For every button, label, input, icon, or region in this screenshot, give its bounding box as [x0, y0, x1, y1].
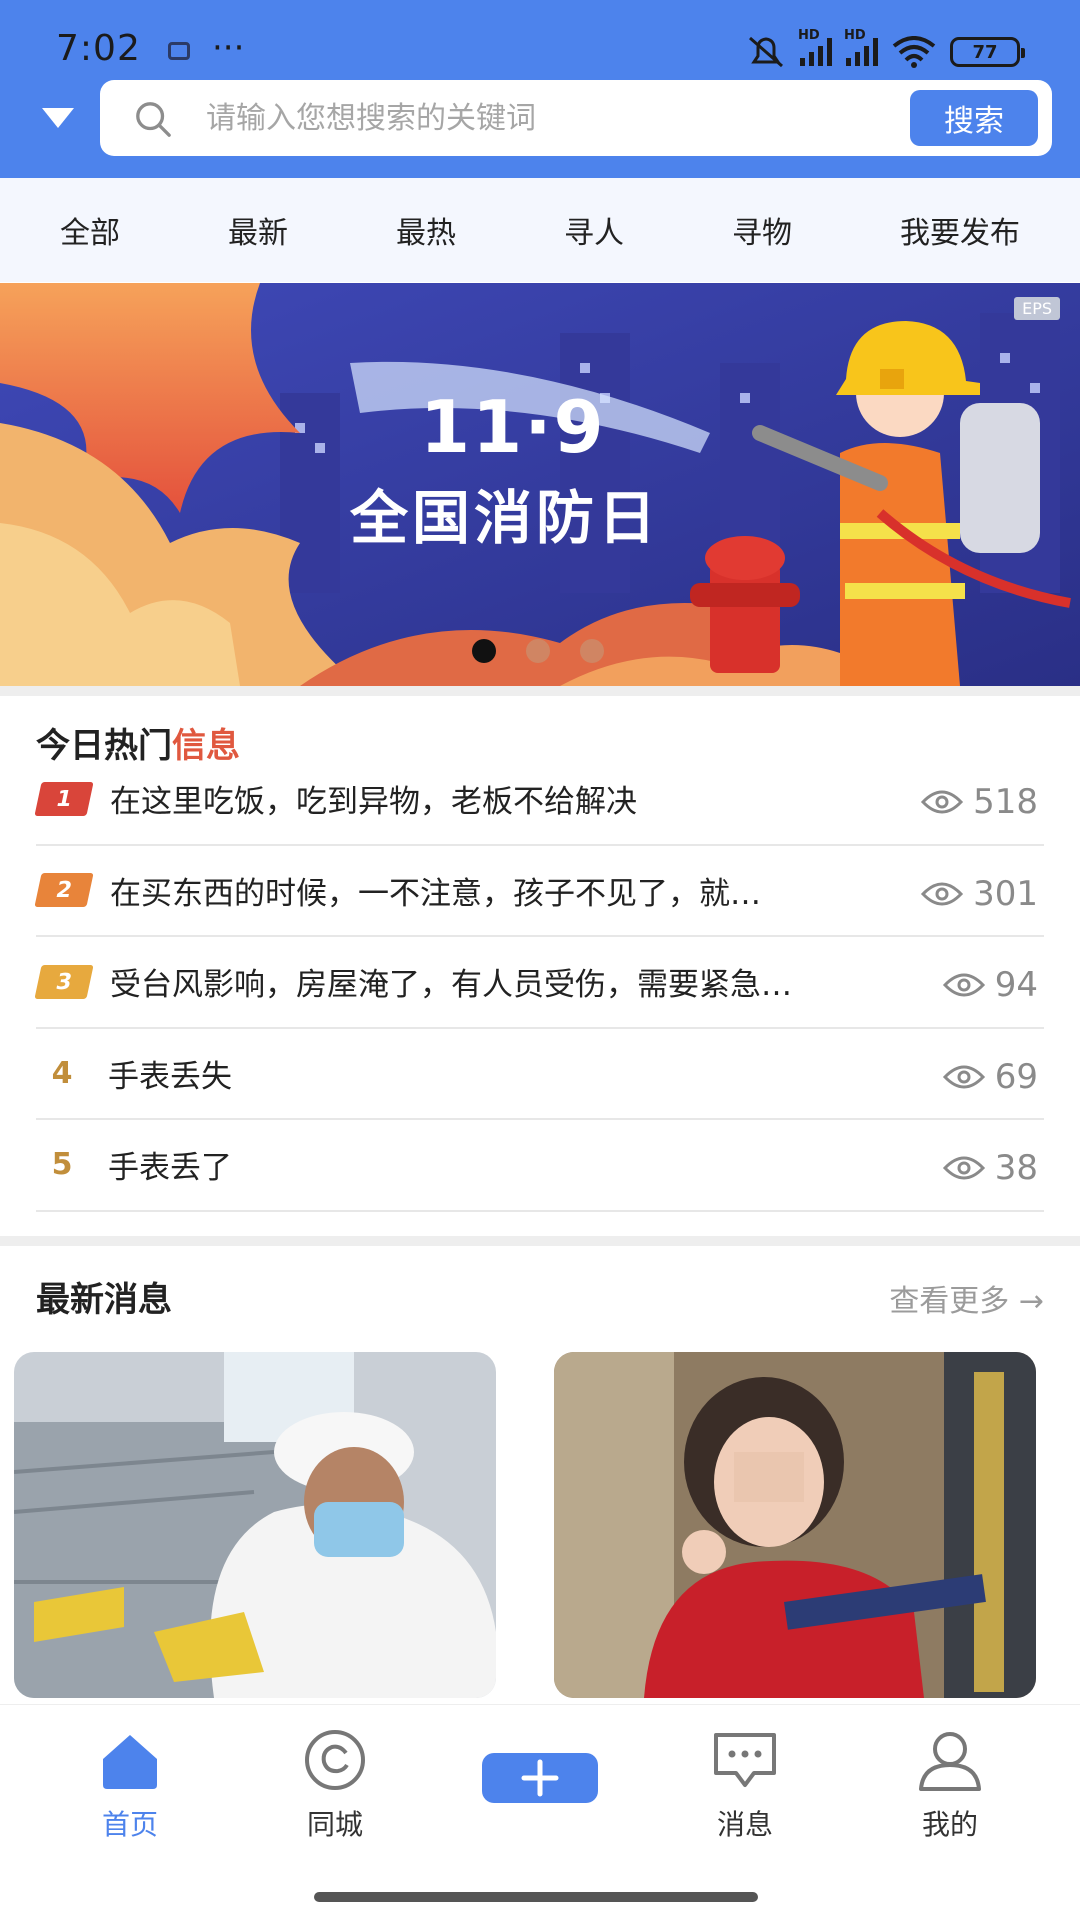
eye-icon	[942, 973, 985, 997]
search-button[interactable]: 搜索	[910, 90, 1038, 146]
view-count: 69	[936, 1056, 1038, 1097]
signal-icon: HD	[798, 28, 832, 66]
hot-item-title: 手表丢失	[108, 1058, 232, 1095]
list-item[interactable]: 5 手表丢了 38	[36, 1120, 1044, 1212]
list-item[interactable]: 2 在买东西的时候，一不注意，孩子不见了，就… 301	[34, 846, 1044, 937]
view-count: 38	[936, 1148, 1038, 1188]
notification-icon	[168, 42, 190, 60]
plus-icon	[521, 1759, 559, 1797]
tab-all[interactable]: 全部	[60, 208, 120, 252]
search-bar[interactable]: 搜索	[100, 80, 1052, 156]
nav-messages[interactable]: 消息	[685, 1729, 805, 1843]
eye-icon	[942, 1065, 985, 1088]
tab-hottest[interactable]: 最热	[396, 208, 456, 252]
hot-item-title: 手表丢了	[108, 1150, 232, 1187]
view-count: 518	[915, 782, 1038, 822]
status-bar: 7:02 ··· HD HD 77	[0, 0, 1080, 70]
news-image	[14, 1352, 496, 1698]
banner-subtitle: 全国消防日	[350, 484, 661, 552]
rank-badge: 2	[34, 873, 94, 908]
nav-home[interactable]: 首页	[70, 1729, 190, 1843]
rank-badge: 1	[34, 781, 94, 816]
eye-icon	[921, 882, 964, 905]
list-item[interactable]: 3 受台风影响，房屋淹了，有人员受伤，需要紧急… 94	[34, 937, 1044, 1029]
nav-label: 同城	[306, 1808, 363, 1841]
tab-publish[interactable]: 我要发布	[900, 208, 1020, 252]
hot-item-title: 受台风影响，房屋淹了，有人员受伤，需要紧急…	[110, 967, 792, 1004]
status-icons: HD HD 77	[746, 28, 1025, 72]
view-more-link[interactable]: 查看更多 →	[889, 1276, 1044, 1320]
location-dropdown-icon[interactable]	[42, 108, 74, 128]
carousel-dot[interactable]	[580, 639, 604, 663]
nav-label: 消息	[716, 1808, 773, 1841]
carousel-dot[interactable]	[472, 639, 496, 663]
rank-badge: 3	[34, 964, 94, 999]
section-divider	[0, 1236, 1080, 1246]
city-icon	[305, 1730, 365, 1790]
nav-city[interactable]: 同城	[275, 1729, 395, 1843]
mute-bell-icon	[749, 36, 783, 68]
section-divider	[0, 686, 1080, 696]
status-time: 7:02	[56, 28, 141, 69]
tab-find-person[interactable]: 寻人	[564, 208, 624, 252]
rank-number: 5	[51, 1147, 73, 1183]
add-post-button[interactable]	[482, 1753, 598, 1803]
hot-item-title: 在买东西的时候，一不注意，孩子不见了，就…	[110, 875, 761, 912]
eye-icon	[942, 1156, 985, 1180]
tab-latest[interactable]: 最新	[228, 208, 288, 252]
category-tabs: 全部 最新 最热 寻人 寻物 我要发布	[0, 178, 1080, 282]
wifi-icon	[892, 36, 936, 68]
view-count: 94	[936, 965, 1038, 1005]
battery-icon: 77	[950, 37, 1025, 67]
hot-list: 1 在这里吃饭，吃到异物，老板不给解决 518 2 在买东西的时候，一不注意，孩…	[34, 754, 1044, 1212]
signal-icon-2: HD	[844, 28, 878, 66]
latest-section-title: 最新消息	[36, 1280, 172, 1320]
message-icon	[714, 1733, 776, 1787]
list-item[interactable]: 1 在这里吃饭，吃到异物，老板不给解决 518	[34, 754, 1044, 846]
list-item[interactable]: 4 手表丢失 69	[36, 1029, 1044, 1120]
nav-profile[interactable]: 我的	[890, 1729, 1010, 1843]
news-image	[554, 1352, 1036, 1698]
tab-find-item[interactable]: 寻物	[732, 208, 792, 252]
bottom-navigation: 首页 同城 消息 我的	[0, 1704, 1080, 1920]
home-indicator[interactable]	[314, 1892, 758, 1902]
search-input[interactable]	[206, 94, 766, 142]
header: 7:02 ··· HD HD 77 请输入您想搜索的关键词 搜索	[0, 0, 1080, 178]
nav-label: 首页	[101, 1808, 158, 1841]
search-icon	[136, 102, 171, 137]
more-notifications-icon: ···	[212, 28, 245, 68]
rank-number: 4	[51, 1055, 73, 1091]
hot-item-title: 在这里吃饭，吃到异物，老板不给解决	[110, 784, 637, 821]
carousel-indicator	[472, 639, 604, 663]
view-count: 301	[915, 873, 1038, 914]
banner-carousel[interactable]: 11·9 全国消防日 EPS	[0, 283, 1080, 686]
eye-icon	[921, 790, 964, 814]
news-card[interactable]	[14, 1352, 496, 1698]
user-icon	[919, 1732, 981, 1791]
carousel-dot[interactable]	[526, 639, 550, 663]
banner-tag: EPS	[1014, 297, 1060, 320]
home-icon	[103, 1735, 157, 1789]
banner-headline: 11·9	[420, 385, 606, 469]
news-card[interactable]	[554, 1352, 1036, 1698]
nav-label: 我的	[921, 1808, 978, 1841]
